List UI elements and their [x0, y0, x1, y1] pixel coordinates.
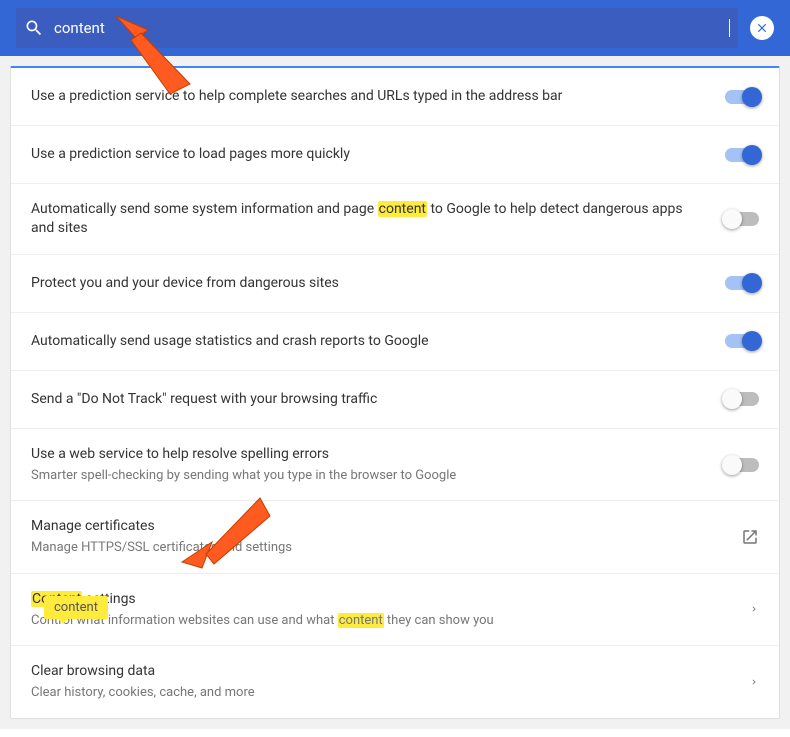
setting-row-usage-stats: Automatically send usage statistics and … [11, 313, 779, 371]
toggle-knob [722, 455, 742, 475]
setting-row-safe-browsing: Protect you and your device from dangero… [11, 255, 779, 313]
chevron-right-icon [749, 675, 759, 689]
setting-row-spellcheck: Use a web service to help resolve spelli… [11, 429, 779, 501]
search-term-tooltip: content [44, 596, 108, 619]
clear-search-button[interactable] [750, 16, 774, 40]
toggle-usage-stats[interactable] [725, 334, 759, 348]
chevron-right-icon [749, 602, 759, 616]
settings-card: Use a prediction service to help complet… [10, 66, 780, 719]
toggle-knob [722, 389, 742, 409]
settings-page: Use a prediction service to help complet… [0, 56, 790, 729]
setting-title: Protect you and your device from dangero… [31, 274, 705, 293]
toggle-predict-url[interactable] [725, 90, 759, 104]
setting-title: Send a "Do Not Track" request with your … [31, 390, 705, 409]
toggle-safe-browsing[interactable] [725, 276, 759, 290]
setting-row-sys-info: Automatically send some system informati… [11, 184, 779, 255]
search-icon [24, 18, 44, 38]
toggle-knob [742, 87, 762, 107]
toggle-dnt[interactable] [725, 392, 759, 406]
setting-subtitle: Clear history, cookies, cache, and more [31, 684, 729, 702]
setting-title: Clear browsing data [31, 662, 729, 681]
setting-text: Use a prediction service to help complet… [31, 87, 725, 106]
setting-title: Manage certificates [31, 517, 721, 536]
setting-row-certs[interactable]: Manage certificates Manage HTTPS/SSL cert… [11, 501, 779, 573]
toggle-predict-pages[interactable] [725, 148, 759, 162]
setting-title: Content settings [31, 590, 729, 609]
highlighted-term: content [338, 613, 384, 628]
toggle-sys-info[interactable] [725, 212, 759, 226]
setting-row-dnt: Send a "Do Not Track" request with your … [11, 371, 779, 429]
setting-text: Manage certificates Manage HTTPS/SSL cert… [31, 517, 741, 556]
settings-search-bar [0, 0, 790, 56]
setting-row-content-settings[interactable]: Content settings Control what information… [11, 574, 779, 646]
setting-subtitle: Manage HTTPS/SSL certificates and settin… [31, 539, 721, 557]
setting-row-predict-pages: Use a prediction service to load pages m… [11, 126, 779, 184]
text-caret [729, 19, 730, 37]
setting-text: Use a web service to help resolve spelli… [31, 445, 725, 484]
toggle-spellcheck[interactable] [725, 458, 759, 472]
setting-title: Use a prediction service to help complet… [31, 87, 705, 106]
setting-text: Protect you and your device from dangero… [31, 274, 725, 293]
close-icon [755, 21, 769, 35]
setting-text: Automatically send some system informati… [31, 200, 725, 238]
setting-subtitle: Smarter spell-checking by sending what y… [31, 467, 705, 485]
setting-title: Automatically send some system informati… [31, 200, 705, 238]
setting-text: Automatically send usage statistics and … [31, 332, 725, 351]
setting-row-clear-data[interactable]: Clear browsing data Clear history, cookie… [11, 646, 779, 717]
setting-text: Send a "Do Not Track" request with your … [31, 390, 725, 409]
setting-text: Content settings Control what information… [31, 590, 749, 629]
setting-title: Use a prediction service to load pages m… [31, 145, 705, 164]
setting-subtitle: Control what information websites can us… [31, 612, 729, 630]
highlighted-term: content [378, 201, 427, 217]
toggle-knob [742, 145, 762, 165]
setting-title: Automatically send usage statistics and … [31, 332, 705, 351]
setting-row-predict-url: Use a prediction service to help complet… [11, 68, 779, 126]
setting-title: Use a web service to help resolve spelli… [31, 445, 705, 464]
search-input[interactable] [54, 19, 729, 37]
toggle-knob [742, 273, 762, 293]
setting-text: Clear browsing data Clear history, cookie… [31, 662, 749, 701]
tooltip-text: content [54, 600, 98, 615]
open-external-icon [741, 528, 759, 546]
setting-text: Use a prediction service to load pages m… [31, 145, 725, 164]
search-field-wrap[interactable] [16, 8, 738, 48]
toggle-knob [722, 209, 742, 229]
toggle-knob [742, 331, 762, 351]
